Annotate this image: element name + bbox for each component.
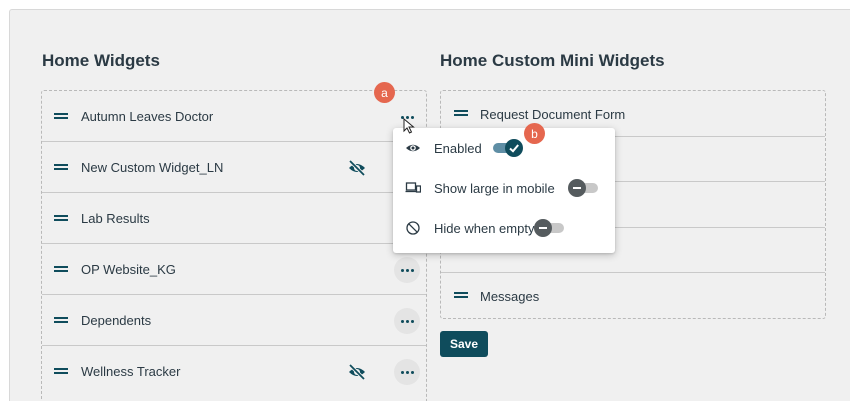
hide-when-empty-toggle[interactable] (534, 219, 564, 237)
drag-handle-icon[interactable] (54, 368, 68, 374)
widget-label: OP Website_KG (81, 262, 176, 277)
drag-handle-icon[interactable] (454, 110, 468, 116)
menu-item-label: Show large in mobile (434, 181, 555, 196)
widget-row[interactable]: Dependents (42, 295, 426, 346)
more-options-button[interactable] (394, 308, 420, 334)
show-large-mobile-toggle[interactable] (568, 179, 598, 197)
menu-item-hide-when-empty[interactable]: Hide when empty (393, 213, 615, 243)
drag-handle-icon[interactable] (454, 292, 468, 299)
save-button[interactable]: Save (440, 331, 488, 357)
enabled-toggle[interactable] (493, 139, 523, 157)
mini-widget-label: Messages (480, 289, 540, 305)
drag-handle-icon[interactable] (54, 164, 68, 170)
annotation-badge-a: a (374, 82, 395, 103)
mini-widget-row[interactable]: Messages (441, 273, 825, 319)
more-options-button[interactable] (394, 257, 420, 283)
menu-item-label: Enabled (434, 141, 482, 156)
mini-widget-label: Request Document Form (480, 107, 626, 122)
drag-handle-icon[interactable] (54, 266, 68, 272)
widget-label: Autumn Leaves Doctor (81, 109, 214, 124)
annotation-badge-b: b (524, 123, 545, 144)
more-horizontal-icon (400, 370, 414, 374)
widget-row[interactable]: Autumn Leaves Doctor (42, 91, 426, 142)
more-options-button[interactable] (394, 359, 420, 385)
cursor-icon (403, 117, 415, 139)
home-widgets-title: Home Widgets (42, 51, 160, 70)
more-horizontal-icon (400, 268, 414, 272)
devices-icon (405, 180, 422, 196)
menu-item-label: Hide when empty (434, 221, 535, 236)
eye-off-icon (347, 362, 367, 382)
widget-row[interactable]: Lab Results (42, 193, 426, 244)
widget-label: New Custom Widget_LN (81, 160, 224, 175)
drag-handle-icon[interactable] (54, 317, 68, 323)
widget-row[interactable]: OP Website_KG (42, 244, 426, 295)
widget-options-menu: Enabled Show large in mobile Hide when e… (393, 128, 615, 253)
eye-off-icon (347, 158, 367, 178)
mini-widgets-title: Home Custom Mini Widgets (440, 51, 665, 70)
menu-item-show-large-mobile[interactable]: Show large in mobile (393, 173, 615, 203)
menu-item-enabled[interactable]: Enabled (393, 133, 615, 163)
drag-handle-icon[interactable] (54, 215, 68, 221)
eye-icon (405, 140, 421, 156)
widget-row[interactable]: Wellness Tracker (42, 346, 426, 397)
widget-row[interactable]: New Custom Widget_LN (42, 142, 426, 193)
home-widgets-list: Autumn Leaves Doctor New Custom Widget_L… (41, 90, 427, 401)
hide-empty-icon (405, 220, 421, 236)
more-horizontal-icon (400, 319, 414, 323)
drag-handle-icon[interactable] (54, 113, 68, 119)
widget-label: Lab Results (81, 211, 150, 226)
widget-label: Dependents (81, 313, 152, 328)
widget-label: Wellness Tracker (81, 364, 181, 379)
